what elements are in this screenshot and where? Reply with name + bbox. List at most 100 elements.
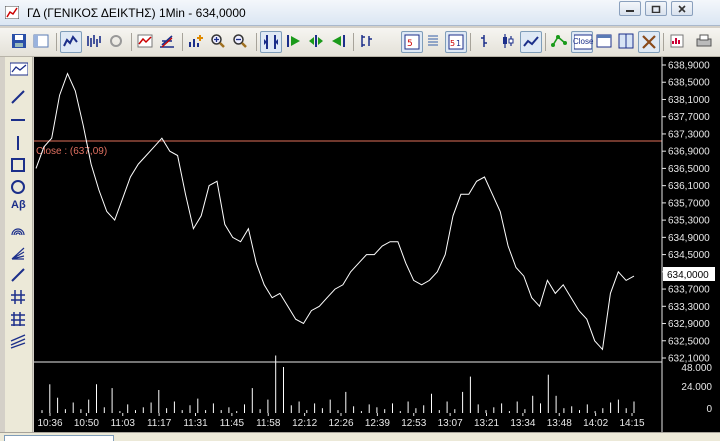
trendline-button[interactable] <box>8 87 30 107</box>
close-price-label: Close <box>573 37 594 46</box>
price-tick-label: 637,7000 <box>668 112 710 123</box>
text-tool-button[interactable]: Αβ <box>8 199 30 219</box>
time-tick-label: 11:45 <box>220 418 245 429</box>
volume-tick-label: 0 <box>706 404 712 415</box>
zoom-in-button[interactable] <box>208 31 230 53</box>
scroll-both-button[interactable] <box>306 31 328 53</box>
price-tick-label: 636,1000 <box>668 181 710 192</box>
channel-icon <box>11 268 25 282</box>
main-toolbar: 5 51 Close <box>0 28 720 57</box>
minimize-button[interactable] <box>619 1 641 16</box>
rectangle-icon <box>11 158 25 172</box>
window-title: ΓΔ (ΓΕΝΙΚΟΣ ΔΕΙΚΤΗΣ) 1Min - 634,0000 <box>27 6 246 20</box>
layout-button[interactable] <box>31 31 53 53</box>
period-icon-2 <box>428 35 438 46</box>
time-tick-label: 14:15 <box>619 418 644 429</box>
save-button[interactable] <box>9 31 31 53</box>
time-tick-label: 12:39 <box>365 418 390 429</box>
chart-style-button[interactable] <box>8 60 30 80</box>
windows-button[interactable] <box>594 31 616 53</box>
export-icon <box>670 34 684 48</box>
scroll-end-icon <box>332 35 345 47</box>
export-button[interactable] <box>667 31 689 53</box>
fan-icon <box>11 247 25 260</box>
time-tick-label: 10:50 <box>74 418 99 429</box>
fit-button[interactable] <box>260 31 282 53</box>
svg-text:5: 5 <box>407 39 413 49</box>
arc-button[interactable] <box>8 221 30 241</box>
close-button[interactable] <box>671 1 693 16</box>
fan-button[interactable] <box>8 243 30 263</box>
maximize-button[interactable] <box>645 1 667 16</box>
time-tick-label: 13:21 <box>474 418 499 429</box>
rectangle-button[interactable] <box>8 155 30 175</box>
fibonacci-icon <box>11 290 25 304</box>
volume-axis: 48.000 24.000 0 <box>681 363 712 415</box>
zoom-out-button[interactable] <box>230 31 252 53</box>
symbol-combo[interactable] <box>4 435 114 441</box>
bar-button[interactable] <box>474 31 496 53</box>
text-icon: Αβ <box>11 199 26 211</box>
price-tick-label: 633,3000 <box>668 302 710 313</box>
period-button-2[interactable] <box>423 31 445 53</box>
data-window-button[interactable] <box>357 31 379 53</box>
time-axis: 10:36 10:50 11:03 11:17 11:31 11:45 11:58 12:12… <box>37 413 645 429</box>
candle-button[interactable] <box>498 31 520 53</box>
indicator-chart-icon <box>137 34 153 48</box>
period-button[interactable]: 5 <box>401 31 423 53</box>
price-tick-label: 636,9000 <box>668 147 710 158</box>
scroll-start-button[interactable] <box>284 31 306 53</box>
line-chart-icon <box>63 35 78 47</box>
save-icon <box>12 34 26 48</box>
current-price-label: 634,0000 <box>667 270 709 281</box>
data-window-icon <box>361 35 372 47</box>
grid-button[interactable] <box>8 309 30 329</box>
scroll-end-button[interactable] <box>328 31 350 53</box>
refresh-button[interactable] <box>106 31 128 53</box>
line-button[interactable] <box>520 31 542 53</box>
volume-tick-label: 48.000 <box>681 363 712 374</box>
ohlc-chart-button[interactable] <box>84 31 106 53</box>
stats-button[interactable] <box>157 31 179 53</box>
add-indicator-button[interactable] <box>186 31 208 53</box>
price-tick-label: 638,5000 <box>668 78 710 89</box>
vertical-line-button[interactable] <box>8 133 30 153</box>
close-price-button[interactable]: Close <box>571 31 593 53</box>
tools-button[interactable] <box>638 31 660 53</box>
compare-button[interactable] <box>549 31 571 53</box>
indicator-chart-button[interactable] <box>135 31 157 53</box>
ohlc-chart-icon <box>87 35 101 47</box>
maximize-icon <box>651 5 661 13</box>
time-tick-label: 12:26 <box>328 418 353 429</box>
price-tick-label: 638,1000 <box>668 95 710 106</box>
trendline-icon <box>11 90 25 104</box>
ellipse-button[interactable] <box>8 177 30 197</box>
add-indicator-icon <box>189 35 203 47</box>
candle-icon <box>503 34 514 48</box>
horizontal-line-button[interactable] <box>8 110 30 130</box>
svg-text:1: 1 <box>456 39 461 48</box>
time-tick-label: 12:53 <box>401 418 426 429</box>
tools-icon <box>642 35 656 49</box>
drawing-toolbar: Αβ <box>5 57 33 432</box>
tile-button[interactable] <box>616 31 638 53</box>
windows-icon <box>596 34 612 48</box>
fibonacci-button[interactable] <box>8 287 30 307</box>
print-button[interactable] <box>694 31 716 53</box>
channel-button[interactable] <box>8 265 30 285</box>
regression-button[interactable] <box>8 331 30 351</box>
vertical-line-icon <box>17 136 19 150</box>
price-axis: 638,9000 638,5000 638,1000 637,7000 637,3000… <box>662 61 710 365</box>
chart-style-icon <box>10 62 28 76</box>
time-tick-label: 13:07 <box>438 418 463 429</box>
line-chart-button[interactable] <box>60 31 82 53</box>
scroll-both-icon <box>309 35 323 47</box>
time-tick-label: 11:17 <box>147 418 172 429</box>
compare-icon <box>551 35 567 47</box>
chart-area[interactable]: Close : (637,09) 638,9000 638,5000 638,100… <box>34 57 720 432</box>
period-icon: 5 <box>404 34 420 50</box>
svg-text:5: 5 <box>450 39 455 48</box>
timeframe-button[interactable]: 51 <box>445 31 467 53</box>
scroll-start-icon <box>287 35 300 47</box>
close-icon <box>678 5 686 13</box>
